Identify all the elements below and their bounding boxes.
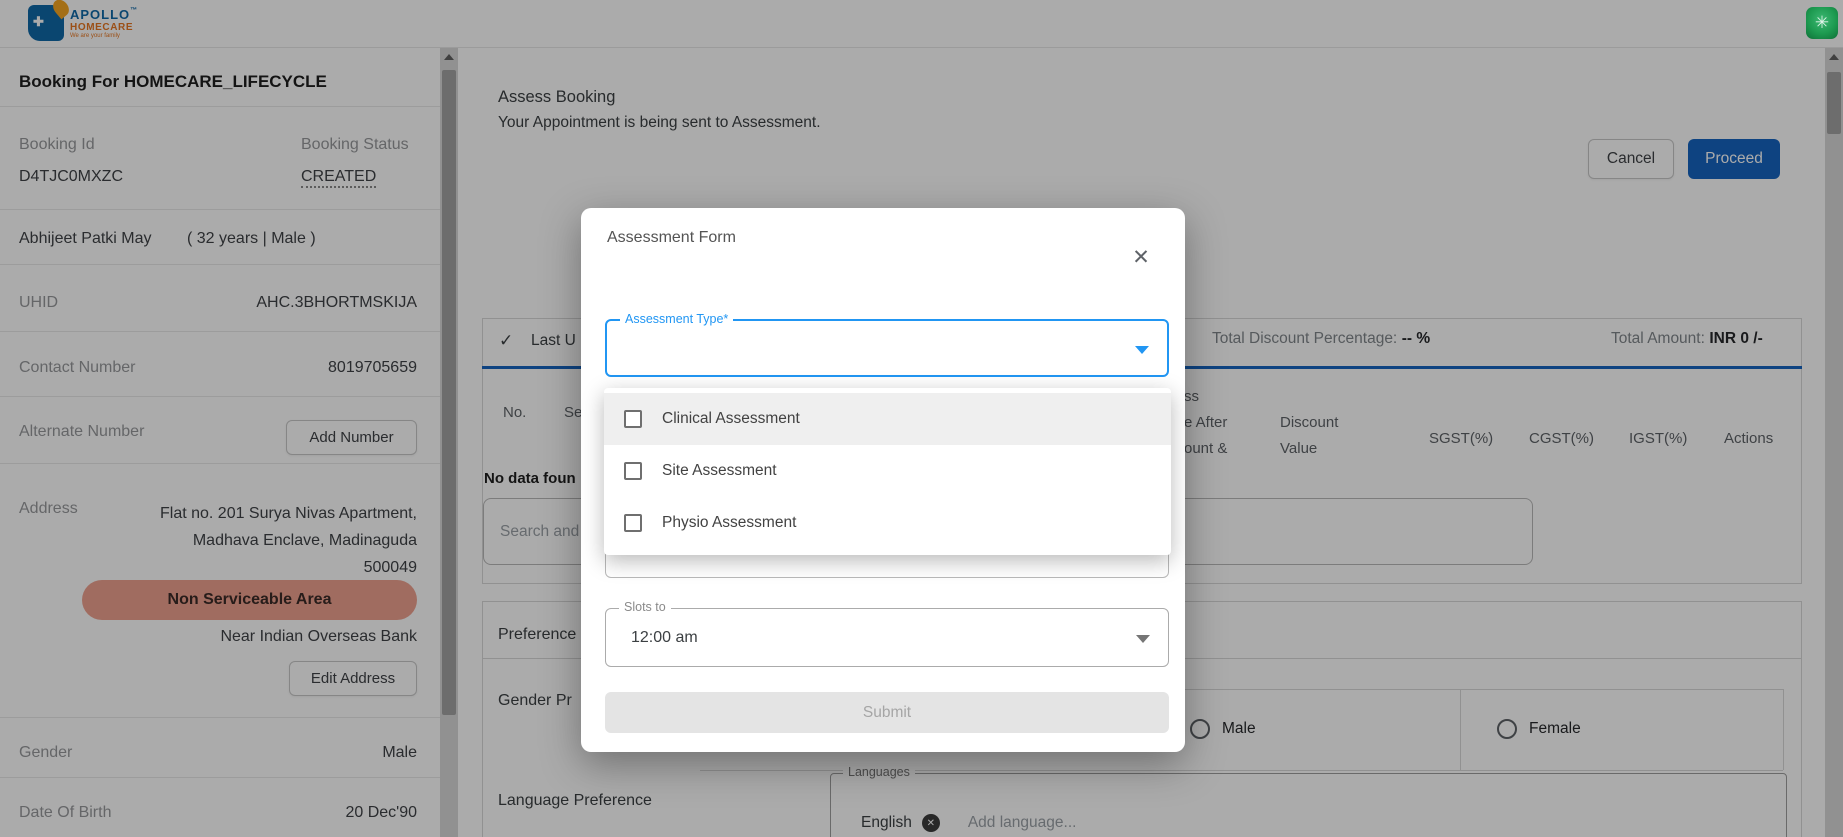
- option-physio-assessment[interactable]: Physio Assessment: [604, 497, 1171, 549]
- option-label: Site Assessment: [662, 462, 777, 479]
- dropdown-arrow-icon[interactable]: [1136, 635, 1150, 643]
- close-icon[interactable]: ✕: [1128, 244, 1154, 270]
- app-screen: ✚ APOLLO™ HOMECARE We are your family Bo…: [0, 0, 1843, 837]
- option-label: Clinical Assessment: [662, 410, 800, 427]
- extension-icon[interactable]: ✳: [1806, 7, 1838, 39]
- assessment-type-label: Assessment Type*: [620, 312, 734, 326]
- checkbox-icon[interactable]: [624, 410, 642, 428]
- slots-to-select[interactable]: Slots to 12:00 am: [605, 600, 1169, 667]
- assessment-type-select[interactable]: Assessment Type*: [605, 312, 1169, 377]
- checkbox-icon[interactable]: [624, 462, 642, 480]
- checkbox-icon[interactable]: [624, 514, 642, 532]
- option-label: Physio Assessment: [662, 514, 797, 531]
- modal-title: Assessment Form: [607, 229, 736, 246]
- dropdown-arrow-icon[interactable]: [1135, 346, 1149, 354]
- slots-to-label: Slots to: [619, 600, 671, 614]
- assessment-form-modal: Assessment Form ✕ Assessment Type* Clini…: [581, 208, 1185, 752]
- option-clinical-assessment[interactable]: Clinical Assessment: [604, 393, 1171, 445]
- option-site-assessment[interactable]: Site Assessment: [604, 445, 1171, 497]
- slots-to-value: 12:00 am: [631, 629, 698, 646]
- submit-button[interactable]: Submit: [605, 692, 1169, 733]
- assessment-type-menu: Clinical Assessment Site Assessment Phys…: [604, 388, 1171, 555]
